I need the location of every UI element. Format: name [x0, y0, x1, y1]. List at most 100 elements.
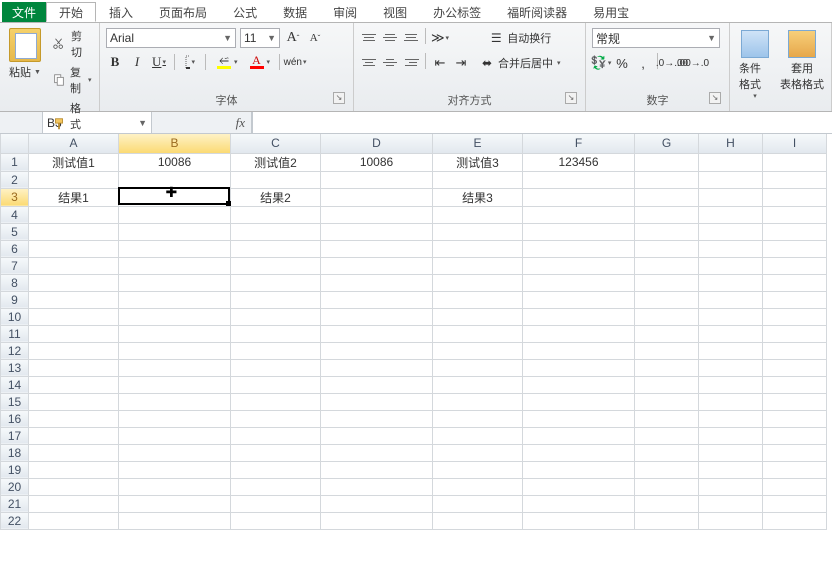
cell-F1[interactable]: 123456	[523, 153, 635, 171]
cell-H18[interactable]	[699, 444, 763, 461]
cell-D1[interactable]: 10086	[321, 153, 433, 171]
cell-G7[interactable]	[635, 257, 699, 274]
cell-D13[interactable]	[321, 359, 433, 376]
merge-center-button[interactable]: ⬌ 合并后居中▾	[476, 54, 564, 72]
cell-B9[interactable]	[119, 291, 231, 308]
cell-G10[interactable]	[635, 308, 699, 325]
cell-E7[interactable]	[433, 257, 523, 274]
increase-indent-button[interactable]: ⇥	[452, 54, 470, 72]
cell-I11[interactable]	[763, 325, 827, 342]
cell-F20[interactable]	[523, 478, 635, 495]
cell-A8[interactable]	[29, 274, 119, 291]
cell-H22[interactable]	[699, 512, 763, 529]
cell-C2[interactable]	[231, 171, 321, 188]
align-middle-button[interactable]	[381, 29, 399, 45]
cell-F4[interactable]	[523, 206, 635, 223]
cell-F8[interactable]	[523, 274, 635, 291]
cell-D12[interactable]	[321, 342, 433, 359]
cell-H11[interactable]	[699, 325, 763, 342]
cell-I22[interactable]	[763, 512, 827, 529]
underline-button[interactable]: U▾	[150, 53, 168, 71]
row-header-3[interactable]: 3	[1, 188, 29, 206]
tab-office[interactable]: 办公标签	[420, 2, 494, 22]
cell-I13[interactable]	[763, 359, 827, 376]
cell-C16[interactable]	[231, 410, 321, 427]
cell-D8[interactable]	[321, 274, 433, 291]
border-button[interactable]: ▾	[181, 53, 199, 71]
cell-H19[interactable]	[699, 461, 763, 478]
cell-F9[interactable]	[523, 291, 635, 308]
cell-D17[interactable]	[321, 427, 433, 444]
cell-A12[interactable]	[29, 342, 119, 359]
cell-C11[interactable]	[231, 325, 321, 342]
cell-I15[interactable]	[763, 393, 827, 410]
cell-F3[interactable]	[523, 188, 635, 206]
cell-D22[interactable]	[321, 512, 433, 529]
cell-A6[interactable]	[29, 240, 119, 257]
cell-B22[interactable]	[119, 512, 231, 529]
cell-I6[interactable]	[763, 240, 827, 257]
cell-G21[interactable]	[635, 495, 699, 512]
cell-B12[interactable]	[119, 342, 231, 359]
cell-C7[interactable]	[231, 257, 321, 274]
cell-F17[interactable]	[523, 427, 635, 444]
cell-E13[interactable]	[433, 359, 523, 376]
cell-H21[interactable]	[699, 495, 763, 512]
dialog-launcher[interactable]: ↘	[709, 92, 721, 104]
cell-E2[interactable]	[433, 171, 523, 188]
cell-I18[interactable]	[763, 444, 827, 461]
cell-I7[interactable]	[763, 257, 827, 274]
cell-E18[interactable]	[433, 444, 523, 461]
comma-button[interactable]: ,	[634, 54, 652, 72]
cell-F11[interactable]	[523, 325, 635, 342]
cell-D15[interactable]	[321, 393, 433, 410]
bold-button[interactable]: B	[106, 53, 124, 71]
cell-A2[interactable]	[29, 171, 119, 188]
cell-A22[interactable]	[29, 512, 119, 529]
cell-C21[interactable]	[231, 495, 321, 512]
cell-E21[interactable]	[433, 495, 523, 512]
cell-C12[interactable]	[231, 342, 321, 359]
cell-D4[interactable]	[321, 206, 433, 223]
tab-layout[interactable]: 页面布局	[146, 2, 220, 22]
cell-G19[interactable]	[635, 461, 699, 478]
cut-button[interactable]: 剪切	[50, 27, 94, 61]
cell-D20[interactable]	[321, 478, 433, 495]
cell-B4[interactable]	[119, 206, 231, 223]
row-header-18[interactable]: 18	[1, 444, 29, 461]
cell-G5[interactable]	[635, 223, 699, 240]
row-header-20[interactable]: 20	[1, 478, 29, 495]
cell-B14[interactable]	[119, 376, 231, 393]
cell-C17[interactable]	[231, 427, 321, 444]
cell-A17[interactable]	[29, 427, 119, 444]
conditional-format-button[interactable]: 条件格式 ▾	[736, 29, 773, 101]
grow-font-button[interactable]: Aˆ	[284, 29, 302, 47]
cell-G3[interactable]	[635, 188, 699, 206]
cell-I2[interactable]	[763, 171, 827, 188]
cell-F19[interactable]	[523, 461, 635, 478]
cell-A5[interactable]	[29, 223, 119, 240]
cell-A10[interactable]	[29, 308, 119, 325]
row-header-1[interactable]: 1	[1, 153, 29, 171]
col-header-D[interactable]: D	[321, 134, 433, 153]
cell-H10[interactable]	[699, 308, 763, 325]
cell-E22[interactable]	[433, 512, 523, 529]
cell-F5[interactable]	[523, 223, 635, 240]
cell-F16[interactable]	[523, 410, 635, 427]
cell-C10[interactable]	[231, 308, 321, 325]
cell-C9[interactable]	[231, 291, 321, 308]
spreadsheet-grid[interactable]: ABCDEFGHI1测试值110086测试值210086测试值312345623…	[0, 134, 832, 578]
cell-G20[interactable]	[635, 478, 699, 495]
orientation-button[interactable]: ≫▾	[431, 29, 449, 47]
cell-E17[interactable]	[433, 427, 523, 444]
cell-H16[interactable]	[699, 410, 763, 427]
cell-G1[interactable]	[635, 153, 699, 171]
shrink-font-button[interactable]: Aˇ	[306, 29, 324, 47]
col-header-F[interactable]: F	[523, 134, 635, 153]
cell-F6[interactable]	[523, 240, 635, 257]
cell-A3[interactable]: 结果1	[29, 188, 119, 206]
cell-B13[interactable]	[119, 359, 231, 376]
cell-B6[interactable]	[119, 240, 231, 257]
align-left-button[interactable]	[360, 54, 378, 70]
tab-view[interactable]: 视图	[370, 2, 420, 22]
